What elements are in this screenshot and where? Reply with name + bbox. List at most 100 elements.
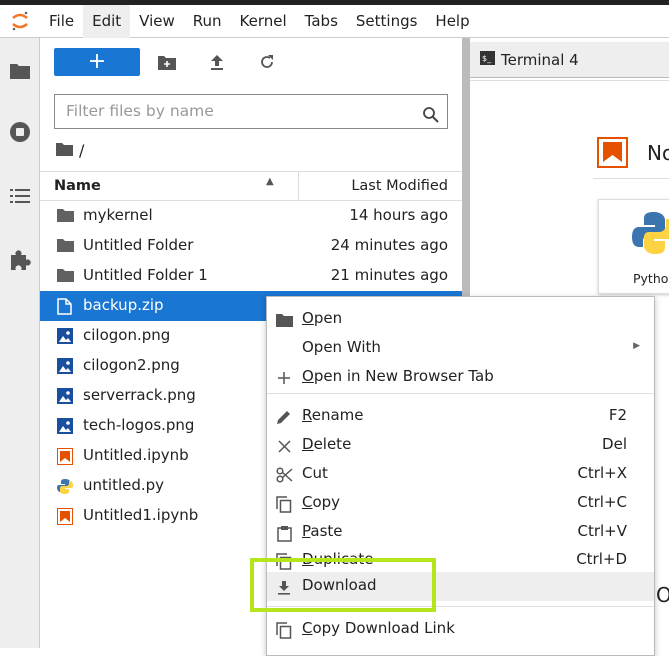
python-icon (57, 478, 74, 495)
folder-icon[interactable] (56, 141, 73, 160)
menu-run[interactable]: Run (184, 5, 231, 38)
label-text: Cut (302, 464, 328, 482)
filter-placeholder: Filter files by name (66, 102, 214, 120)
folder-icon (57, 268, 74, 285)
folder-icon (275, 311, 293, 329)
left-sidebar (0, 38, 40, 648)
file-row[interactable]: Untitled Folder 24 minutes ago (40, 231, 462, 261)
upload-icon[interactable] (207, 52, 227, 72)
mnemonic: C (302, 619, 313, 637)
shortcut: Ctrl+X (577, 464, 627, 482)
python-notebook-card[interactable]: Pytho (598, 199, 669, 294)
menubar: File Edit View Run Kernel Tabs Settings Help (0, 4, 669, 38)
folder-icon[interactable] (8, 58, 32, 82)
puzzle-icon[interactable] (8, 248, 32, 272)
card-label: Pytho (633, 271, 669, 286)
file-name: untitled.py (83, 476, 165, 494)
python-logo-icon (631, 210, 669, 260)
close-icon (275, 437, 293, 455)
shortcut: Ctrl+D (576, 550, 627, 568)
menu-item-label: Open With (302, 338, 381, 356)
context-menu-item-open-with[interactable]: Open With ▶ (267, 334, 654, 363)
new-folder-icon[interactable] (157, 52, 177, 72)
mnemonic: O (302, 309, 314, 327)
column-last-modified[interactable]: Last Modified (351, 178, 448, 194)
file-name: tech-logos.png (83, 416, 195, 434)
context-menu-item-paste[interactable]: Paste Ctrl+V (267, 518, 654, 547)
context-menu-item-rename[interactable]: Rename F2 (267, 402, 654, 431)
menu-item-label: Copy (302, 493, 340, 511)
folder-icon (57, 208, 74, 225)
column-name[interactable]: Name (54, 178, 101, 194)
shortcut: Ctrl+C (577, 493, 627, 511)
notebook-icon (57, 448, 74, 465)
section-divider (593, 178, 669, 179)
image-icon (57, 328, 74, 345)
new-launcher-button[interactable]: + (54, 48, 140, 76)
file-list-header: Name ▲ Last Modified (40, 171, 462, 201)
copy-icon (275, 495, 293, 513)
menu-item-label: Cut (302, 464, 328, 482)
file-name: backup.zip (83, 296, 164, 314)
menu-view[interactable]: View (130, 5, 184, 38)
file-row[interactable]: Untitled Folder 1 21 minutes ago (40, 261, 462, 291)
menu-tabs[interactable]: Tabs (296, 5, 347, 38)
menu-item-label: Open in New Browser Tab (302, 367, 494, 385)
context-menu-item-copy[interactable]: Copy Ctrl+C (267, 489, 654, 518)
context-menu-item-delete[interactable]: Delete Del (267, 431, 654, 460)
file-name: Untitled1.ipynb (83, 506, 199, 524)
file-name: serverrack.png (83, 386, 196, 404)
image-icon (57, 388, 74, 405)
menu-item-label: Open (302, 309, 342, 327)
context-menu-item-open[interactable]: Open (267, 305, 654, 334)
menu-edit[interactable]: Edit (83, 4, 131, 38)
label-text: elete (313, 435, 352, 453)
list-icon[interactable] (8, 184, 32, 208)
context-menu-item-open-in-new-browser-tab[interactable]: Open in New Browser Tab (267, 363, 654, 392)
pencil-icon (275, 408, 293, 426)
scissors-icon (275, 466, 293, 484)
folder-icon (57, 238, 74, 255)
sort-ascending-icon: ▲ (266, 176, 274, 187)
notebook-section-heading: No (647, 141, 669, 165)
paste-icon (275, 524, 293, 542)
copy-icon (275, 621, 293, 639)
mnemonic: C (302, 493, 313, 511)
image-icon (57, 358, 74, 375)
tab-bar: $_ Terminal 4 (470, 42, 669, 78)
breadcrumb-root[interactable]: / (79, 141, 84, 160)
menu-kernel[interactable]: Kernel (231, 5, 296, 38)
file-modified: 14 hours ago (349, 206, 448, 224)
mnemonic: R (302, 406, 312, 424)
shortcut: Del (602, 435, 627, 453)
menu-separator (267, 393, 654, 394)
image-icon (57, 418, 74, 435)
plus-icon (275, 369, 293, 387)
mnemonic: D (302, 435, 314, 453)
file-icon (57, 298, 74, 315)
menu-item-label: Paste (302, 522, 343, 540)
menu-item-label: Copy Download Link (302, 619, 455, 637)
menu-help[interactable]: Help (426, 5, 478, 38)
search-icon (422, 102, 439, 135)
label-text: opy Download Link (312, 619, 455, 637)
context-menu-item-cut[interactable]: Cut Ctrl+X (267, 460, 654, 489)
file-row[interactable]: mykernel 14 hours ago (40, 201, 462, 231)
jupyter-logo-icon[interactable] (0, 5, 40, 38)
notebook-icon (597, 137, 628, 168)
highlight-annotation-box (250, 558, 436, 612)
menu-settings[interactable]: Settings (347, 5, 427, 38)
menu-file[interactable]: File (40, 5, 83, 38)
refresh-icon[interactable] (257, 52, 277, 72)
file-name: Untitled Folder 1 (83, 266, 208, 284)
other-section-heading: Oth (656, 583, 669, 607)
file-name: cilogon2.png (83, 356, 180, 374)
file-name: cilogon.png (83, 326, 171, 344)
label-text: ename (311, 406, 364, 424)
stop-circle-icon[interactable] (8, 120, 32, 144)
context-menu-item-copy-download-link[interactable]: Copy Download Link (267, 615, 654, 644)
file-modified: 21 minutes ago (330, 266, 448, 284)
tab-terminal-4[interactable]: $_ Terminal 4 (480, 51, 579, 69)
file-name: Untitled.ipynb (83, 446, 189, 464)
filter-files-input[interactable]: Filter files by name (54, 94, 448, 129)
